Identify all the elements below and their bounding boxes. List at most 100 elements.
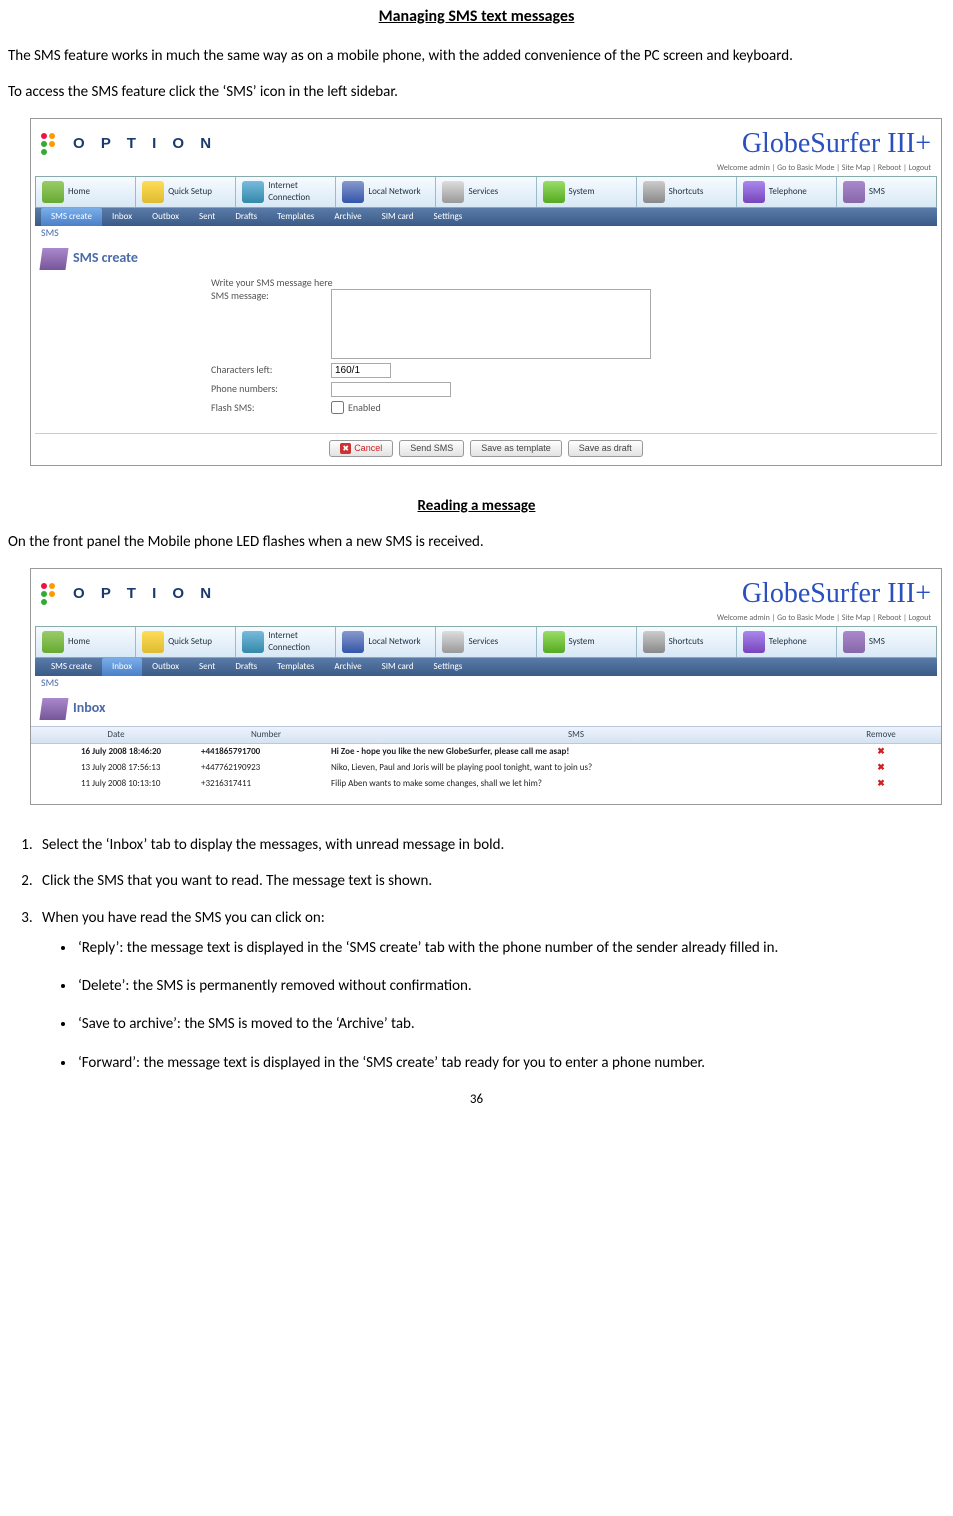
tab-sim-card[interactable]: SIM card (372, 208, 424, 226)
nav-label: Services (468, 636, 498, 648)
sms-icon (843, 181, 865, 203)
nav-system[interactable]: System (537, 177, 637, 207)
setup-icon (142, 631, 164, 653)
nav-quick-setup[interactable]: Quick Setup (136, 177, 236, 207)
nav-home[interactable]: Home (36, 177, 136, 207)
telephone-icon (743, 631, 765, 653)
services-icon (442, 181, 464, 203)
cancel-button[interactable]: Cancel (329, 440, 393, 457)
sms-message-input[interactable] (331, 289, 651, 359)
nav-services[interactable]: Services (436, 627, 536, 657)
tab-sms-create[interactable]: SMS create (41, 658, 102, 676)
nav-shortcuts[interactable]: Shortcuts (637, 627, 737, 657)
tab-inbox[interactable]: Inbox (102, 658, 142, 676)
tab-templates[interactable]: Templates (267, 208, 324, 226)
tab-templates[interactable]: Templates (267, 658, 324, 676)
cell-sms: Filip Aben wants to make some changes, s… (331, 778, 821, 790)
nav-sms[interactable]: SMS (837, 627, 936, 657)
nav-internet[interactable]: Internet Connection (236, 177, 336, 207)
write-hint: Write your SMS message here (211, 276, 931, 290)
col-number: Number (201, 729, 331, 741)
nav-sms[interactable]: SMS (837, 177, 936, 207)
table-row[interactable]: 11 July 2008 10:13:10+3216317411Filip Ab… (31, 776, 941, 792)
tab-outbox[interactable]: Outbox (142, 658, 189, 676)
network-icon (342, 181, 364, 203)
remove-icon[interactable]: ✖ (877, 746, 885, 757)
tab-drafts[interactable]: Drafts (225, 658, 267, 676)
tab-sent[interactable]: Sent (189, 658, 225, 676)
tab-inbox[interactable]: Inbox (102, 208, 142, 226)
reading-subhead: Reading a message (8, 496, 945, 516)
nav-internet[interactable]: Internet Connection (236, 627, 336, 657)
nav-label: Home (68, 636, 90, 648)
reading-intro: On the front panel the Mobile phone LED … (8, 532, 945, 552)
nav-label: System (569, 636, 595, 648)
tab-sim-card[interactable]: SIM card (372, 658, 424, 676)
sms-subnav: SMS create Inbox Outbox Sent Drafts Temp… (35, 658, 937, 676)
send-sms-button[interactable]: Send SMS (399, 440, 464, 457)
bullet-archive: ‘Save to archive’: the SMS is moved to t… (76, 1014, 945, 1034)
step-1: Select the ‘Inbox’ tab to display the me… (36, 835, 945, 855)
tab-sent[interactable]: Sent (189, 208, 225, 226)
nav-shortcuts[interactable]: Shortcuts (637, 177, 737, 207)
option-logo: O P T I O N (73, 584, 217, 604)
flash-sms-checkbox[interactable] (331, 401, 344, 414)
globe-icon (242, 181, 264, 203)
nav-label: Shortcuts (669, 186, 704, 198)
cell-sms: Hi Zoe - hope you like the new GlobeSurf… (331, 746, 821, 758)
nav-system[interactable]: System (537, 627, 637, 657)
nav-label: Internet Connection (268, 630, 329, 654)
tab-outbox[interactable]: Outbox (142, 208, 189, 226)
home-icon (42, 181, 64, 203)
nav-telephone[interactable]: Telephone (737, 177, 837, 207)
panel-title: Inbox (73, 699, 105, 718)
cell-date: 11 July 2008 10:13:10 (31, 778, 201, 790)
brand-logo: GlobeSurfer III+ (742, 575, 931, 613)
nav-label: SMS (869, 636, 885, 648)
save-draft-button[interactable]: Save as draft (568, 440, 643, 457)
nav-telephone[interactable]: Telephone (737, 627, 837, 657)
tab-archive[interactable]: Archive (324, 208, 371, 226)
tab-sms-create[interactable]: SMS create (41, 208, 102, 226)
nav-label: Quick Setup (168, 636, 212, 648)
col-sms: SMS (331, 729, 821, 741)
save-template-button[interactable]: Save as template (470, 440, 562, 457)
nav-label: System (569, 186, 595, 198)
steps-list: Select the ‘Inbox’ tab to display the me… (8, 835, 945, 1073)
tab-settings[interactable]: Settings (424, 208, 473, 226)
table-row[interactable]: 16 July 2008 18:46:20+441865791700Hi Zoe… (31, 744, 941, 760)
nav-home[interactable]: Home (36, 627, 136, 657)
chars-left-label: Characters left: (211, 363, 331, 377)
remove-icon[interactable]: ✖ (877, 778, 885, 789)
phone-numbers-label: Phone numbers: (211, 382, 331, 396)
nav-services[interactable]: Services (436, 177, 536, 207)
bullet-reply: ‘Reply’: the message text is displayed i… (76, 938, 945, 958)
nav-label: SMS (869, 186, 885, 198)
cell-date: 16 July 2008 18:46:20 (31, 746, 201, 758)
phone-numbers-input[interactable] (331, 382, 451, 397)
col-remove: Remove (821, 729, 941, 741)
cell-number: +3216317411 (201, 778, 331, 790)
tab-settings[interactable]: Settings (424, 658, 473, 676)
option-logo: O P T I O N (73, 134, 217, 154)
sms-subnav: SMS create Inbox Outbox Sent Drafts Temp… (35, 208, 937, 226)
top-utility-bar: Welcome admin | Go to Basic Mode | Site … (31, 613, 941, 626)
top-utility-bar: Welcome admin | Go to Basic Mode | Site … (31, 163, 941, 176)
chars-left-field (331, 363, 391, 378)
section-label: SMS (31, 676, 941, 692)
remove-icon[interactable]: ✖ (877, 762, 885, 773)
nav-local-network[interactable]: Local Network (336, 627, 436, 657)
bullet-delete: ‘Delete’: the SMS is permanently removed… (76, 976, 945, 996)
page-title: Managing SMS text messages (8, 6, 945, 28)
nav-local-network[interactable]: Local Network (336, 177, 436, 207)
shortcuts-icon (643, 181, 665, 203)
nav-quick-setup[interactable]: Quick Setup (136, 627, 236, 657)
tab-archive[interactable]: Archive (324, 658, 371, 676)
inbox-table: Date Number SMS Remove 16 July 2008 18:4… (31, 726, 941, 793)
tab-drafts[interactable]: Drafts (225, 208, 267, 226)
sms-create-icon (39, 248, 68, 270)
table-row[interactable]: 13 July 2008 17:56:13+447762190923Niko, … (31, 760, 941, 776)
intro-paragraph-1: The SMS feature works in much the same w… (8, 46, 945, 66)
step-3-text: When you have read the SMS you can click… (42, 909, 325, 927)
nav-label: Telephone (769, 186, 807, 198)
